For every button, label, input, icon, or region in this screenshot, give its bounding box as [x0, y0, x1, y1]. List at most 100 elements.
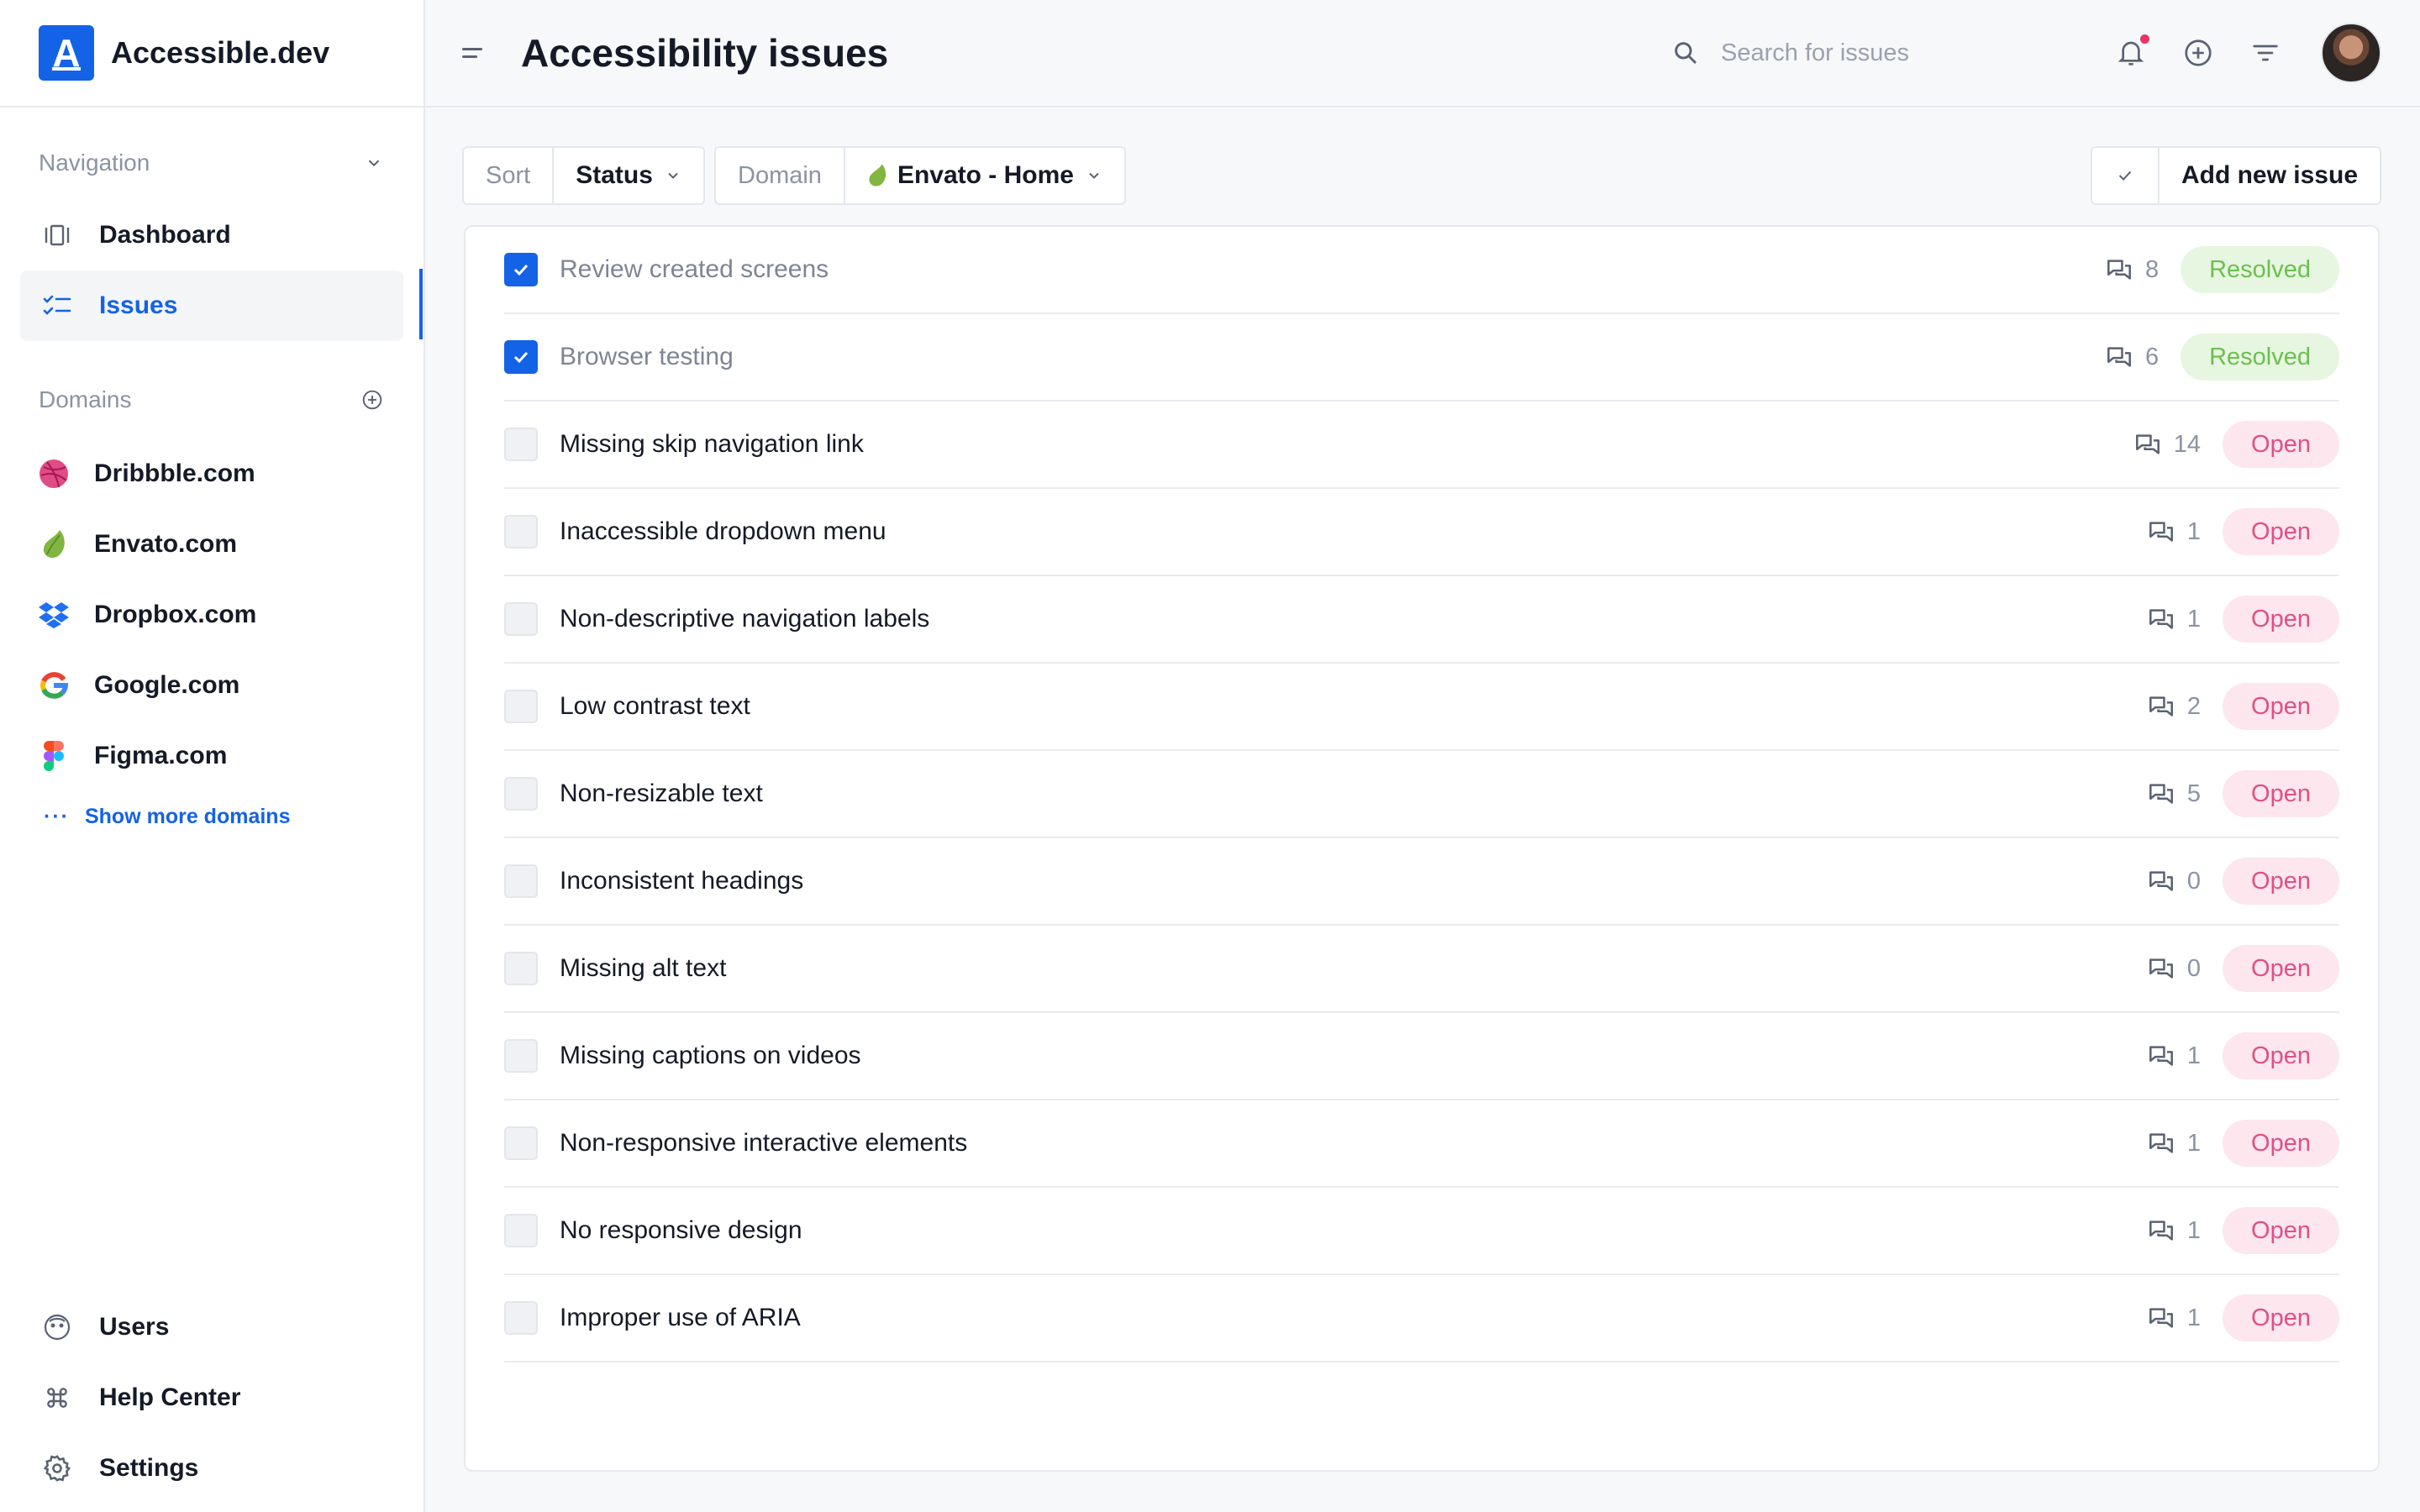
sidebar-item-label: Help Center [99, 1383, 241, 1411]
sort-label: Sort [464, 148, 555, 203]
issue-row[interactable]: Missing alt text 0 Open [504, 926, 2339, 1013]
issue-row[interactable]: Non-descriptive navigation labels 1 Open [504, 576, 2339, 664]
sidebar-item-help-center[interactable]: Help Center [0, 1362, 424, 1433]
menu-toggle-icon[interactable] [462, 48, 487, 58]
chevron-down-icon[interactable] [365, 154, 383, 172]
sidebar: A Accessible.dev Navigation Dashboard Is… [0, 0, 425, 1512]
comment-count-value: 1 [2186, 1216, 2202, 1244]
issue-checkbox[interactable] [504, 428, 538, 461]
comment-count[interactable]: 6 [2107, 344, 2159, 371]
issue-row[interactable]: Improper use of ARIA 1 Open [504, 1275, 2339, 1362]
checkmark-icon [513, 351, 529, 364]
status-badge: Open [2223, 1207, 2339, 1254]
sort-dropdown[interactable]: Sort Status [462, 146, 705, 205]
issue-title: Non-responsive interactive elements [560, 1129, 968, 1157]
domain-value[interactable]: Envato - Home [845, 148, 1124, 203]
issue-checkbox[interactable] [504, 515, 538, 549]
navigation-section-header[interactable]: Navigation [0, 144, 424, 181]
issue-checkbox[interactable] [504, 1214, 538, 1247]
domain-dropdown[interactable]: Domain Envato - Home [714, 146, 1126, 205]
notifications-bell-icon[interactable] [2118, 34, 2149, 68]
check-icon[interactable] [2092, 148, 2160, 203]
comments-icon [2149, 1044, 2174, 1068]
status-badge: Open [2223, 1294, 2339, 1341]
issue-checkbox[interactable] [504, 340, 538, 374]
issue-row[interactable]: Missing skip navigation link 14 Open [504, 402, 2339, 489]
issue-checkbox[interactable] [504, 690, 538, 723]
sidebar-item-dashboard[interactable]: Dashboard [20, 200, 403, 270]
domain-value-text: Envato - Home [897, 161, 1074, 189]
sidebar-domain-dribbble[interactable]: Dribbble.com [0, 438, 424, 509]
sidebar-domain-figma[interactable]: Figma.com [0, 721, 424, 791]
issue-row[interactable]: Inconsistent headings 0 Open [504, 838, 2339, 926]
comment-count[interactable]: 0 [2149, 868, 2201, 895]
domain-label: Domain [716, 148, 845, 203]
add-circle-icon[interactable] [2183, 38, 2213, 68]
envato-icon [867, 163, 887, 188]
comment-count[interactable]: 1 [2149, 518, 2201, 546]
comments-icon [2149, 1306, 2174, 1330]
issue-row[interactable]: Non-resizable text 5 Open [504, 751, 2339, 838]
issue-checkbox[interactable] [504, 952, 538, 985]
issue-row[interactable]: Low contrast text 2 Open [504, 664, 2339, 751]
issue-checkbox[interactable] [504, 1301, 538, 1335]
sidebar-item-label: Users [99, 1313, 170, 1341]
comment-count[interactable]: 8 [2107, 256, 2159, 284]
sidebar-domain-google[interactable]: Google.com [0, 650, 424, 721]
comment-count-value: 1 [2186, 517, 2202, 545]
comments-icon [2149, 957, 2174, 980]
comment-count[interactable]: 1 [2149, 1305, 2201, 1332]
search-bar[interactable] [1672, 39, 1973, 67]
user-avatar[interactable] [2321, 23, 2381, 83]
issues-card: Review created screens 8 Resolved Browse… [464, 225, 2380, 1472]
comments-icon [2149, 1131, 2174, 1155]
comment-count[interactable]: 1 [2149, 1130, 2201, 1158]
add-issue-group[interactable]: Add new issue [2090, 146, 2381, 205]
comment-count[interactable]: 1 [2149, 1042, 2201, 1070]
issue-checkbox[interactable] [504, 1126, 538, 1160]
issue-row[interactable]: Review created screens 8 Resolved [504, 227, 2339, 314]
search-input[interactable] [1721, 39, 1973, 67]
dropbox-icon [37, 598, 71, 632]
issue-title: Missing captions on videos [560, 1042, 861, 1069]
comment-count-value: 8 [2144, 255, 2160, 283]
google-icon [37, 669, 71, 702]
sidebar-item-settings[interactable]: Settings [0, 1433, 424, 1504]
sidebar-item-issues[interactable]: Issues [20, 270, 403, 341]
issue-row[interactable]: Non-responsive interactive elements 1 Op… [504, 1100, 2339, 1188]
issue-row[interactable]: No responsive design 1 Open [504, 1188, 2339, 1275]
issue-row[interactable]: Browser testing 6 Resolved [504, 314, 2339, 402]
issue-checkbox[interactable] [504, 253, 538, 286]
issue-row[interactable]: Missing captions on videos 1 Open [504, 1013, 2339, 1100]
add-new-issue-button[interactable]: Add new issue [2160, 148, 2380, 203]
issue-checkbox[interactable] [504, 864, 538, 898]
add-domain-icon[interactable] [361, 389, 383, 411]
brand[interactable]: A Accessible.dev [0, 0, 424, 108]
domain-label: Figma.com [94, 742, 228, 769]
more-dots-icon: ··· [44, 804, 70, 828]
comment-count[interactable]: 0 [2149, 955, 2201, 983]
comment-count[interactable]: 2 [2149, 693, 2201, 721]
comment-count[interactable]: 1 [2149, 606, 2201, 633]
sidebar-item-users[interactable]: Users [0, 1292, 424, 1362]
sidebar-item-label: Issues [99, 291, 178, 319]
comments-icon [2149, 607, 2174, 631]
issues-toolbar: Sort Status Domain Envato - Home Add new… [462, 146, 2381, 205]
issues-list: Review created screens 8 Resolved Browse… [504, 227, 2339, 1362]
issue-checkbox[interactable] [504, 777, 538, 811]
issue-checkbox[interactable] [504, 1039, 538, 1073]
sort-value[interactable]: Status [554, 148, 703, 203]
comment-count-value: 5 [2186, 780, 2202, 807]
issue-checkbox[interactable] [504, 602, 538, 636]
comment-count[interactable]: 1 [2149, 1217, 2201, 1245]
show-more-domains-link[interactable]: ··· Show more domains [0, 791, 424, 842]
issue-row[interactable]: Inaccessible dropdown menu 1 Open [504, 489, 2339, 576]
comment-count-value: 0 [2186, 867, 2202, 895]
status-badge: Open [2223, 945, 2339, 992]
sidebar-domain-envato[interactable]: Envato.com [0, 509, 424, 580]
filter-icon[interactable] [2252, 41, 2279, 65]
comment-count[interactable]: 14 [2135, 431, 2201, 459]
comment-count[interactable]: 5 [2149, 780, 2201, 808]
sidebar-domain-dropbox[interactable]: Dropbox.com [0, 580, 424, 650]
issue-title: Missing skip navigation link [560, 430, 864, 458]
